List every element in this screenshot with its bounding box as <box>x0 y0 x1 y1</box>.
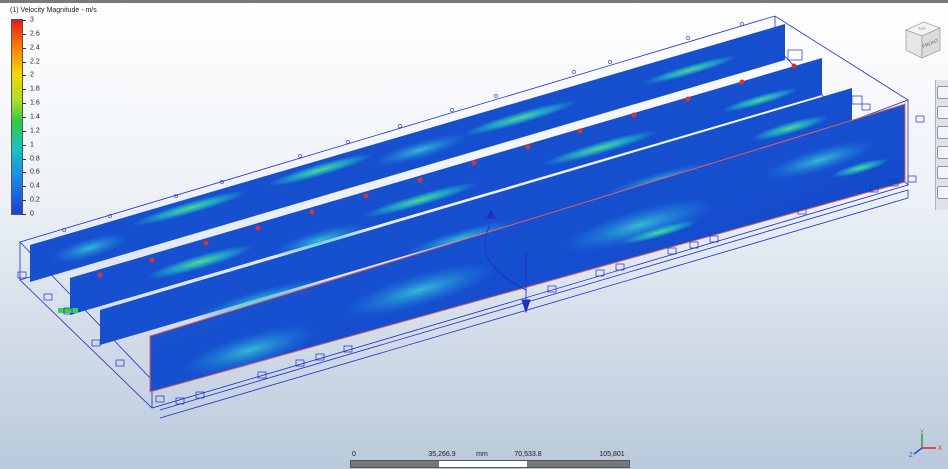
legend-tick-mark <box>22 75 26 77</box>
legend-tick-label: 0.4 <box>30 182 40 190</box>
settings-icon[interactable] <box>937 166 948 179</box>
scale-bar-track <box>350 460 630 468</box>
legend-tick-label: 2 <box>30 71 34 79</box>
legend-tick-mark <box>22 47 26 49</box>
legend-tick-label: 1.2 <box>30 127 40 135</box>
z-axis-label: Z <box>909 453 913 458</box>
legend-tick-label: 0.2 <box>30 196 40 204</box>
fit-icon[interactable] <box>937 186 948 199</box>
legend-tick-label: 1.8 <box>30 85 40 93</box>
legend-tick-mark <box>22 200 26 202</box>
legend-tick-label: 1.6 <box>30 99 40 107</box>
legend-tick-mark <box>22 130 26 132</box>
legend-tick-label: 0.6 <box>30 168 40 176</box>
legend-tick-mark <box>22 172 26 174</box>
view-cube[interactable]: TOP FRONT <box>898 16 944 62</box>
navigation-toolbar <box>935 80 948 210</box>
legend-tick-mark <box>22 144 26 146</box>
axis-triad: X Y Z <box>909 430 942 458</box>
legend-tick-mark <box>22 158 26 160</box>
viewcube-top-label[interactable]: TOP <box>918 26 926 31</box>
legend-title: (1) Velocity Magnitude - m/s <box>10 7 97 14</box>
navigation-icon[interactable] <box>937 86 948 99</box>
rotate-icon[interactable] <box>937 146 948 159</box>
scale-segment <box>527 461 629 467</box>
legend-tick-mark <box>22 61 26 63</box>
legend-tick-label: 2.2 <box>30 58 40 66</box>
legend-tick-mark <box>22 33 26 35</box>
legend-tick-mark <box>22 103 26 105</box>
legend-tick-mark <box>22 89 26 91</box>
legend-tick-label: 0 <box>30 210 34 218</box>
legend-tick-label: 0.8 <box>30 155 40 163</box>
scale-unit: mm <box>476 451 488 458</box>
x-axis-label: X <box>938 446 942 452</box>
scale-label-0: 0 <box>352 451 356 458</box>
scale-label-1: 35,266.9 <box>428 451 456 458</box>
legend-tick-mark <box>22 186 26 188</box>
legend-tick-mark <box>22 117 26 118</box>
scale-bar: 0 35,266.9 mm 70,533.8 105,801 <box>350 451 630 469</box>
legend-tick-mark <box>22 214 26 215</box>
scale-label-3: 105,801 <box>599 451 625 458</box>
legend-tick-label: 2.4 <box>30 44 40 52</box>
y-axis-label: Y <box>920 430 924 436</box>
scale-segment <box>351 461 439 467</box>
legend-tick-label: 1.4 <box>30 113 40 121</box>
inlet-highlight <box>58 308 78 313</box>
zoom-icon[interactable] <box>937 126 948 139</box>
cfd-model-scene[interactable] <box>0 0 948 469</box>
pan-icon[interactable] <box>937 106 948 119</box>
scale-label-2: 70,533.8 <box>514 451 542 458</box>
legend-tick-label: 1 <box>30 141 34 149</box>
legend-tick-label: 3 <box>30 16 34 24</box>
legend-tick-mark <box>22 20 26 21</box>
legend-tick-label: 2.6 <box>30 30 40 38</box>
z-axis-arrow <box>913 447 923 455</box>
